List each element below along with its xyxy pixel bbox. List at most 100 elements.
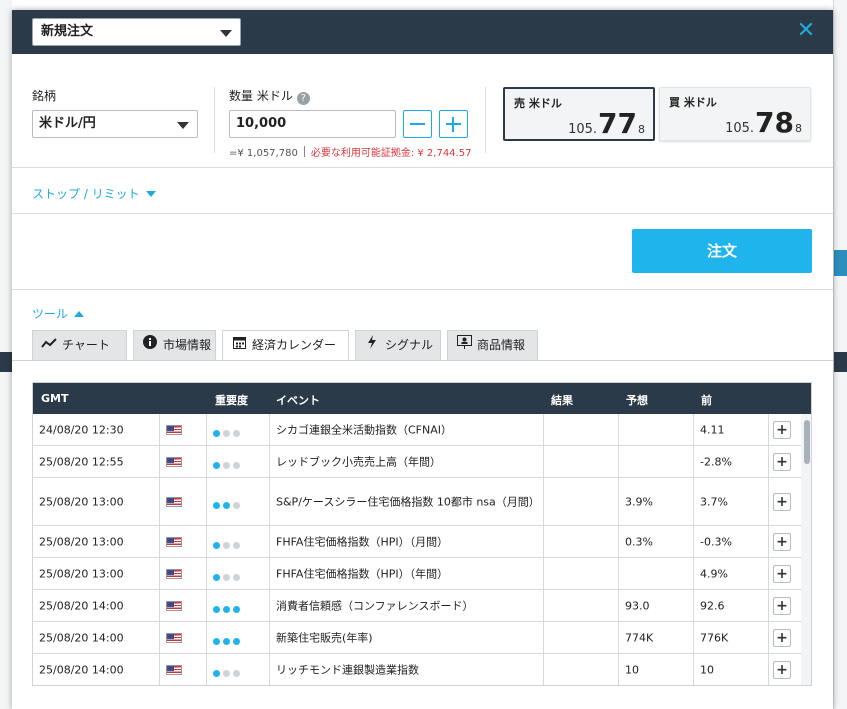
event-name: 消費者信頼感（コンファレンスボード）: [276, 599, 474, 612]
sell-price-fraction: 8: [638, 123, 645, 136]
tools-toggle[interactable]: ツール: [32, 305, 85, 322]
stop-limit-toggle[interactable]: ストップ / リミット: [32, 185, 156, 202]
importance-dot: [233, 637, 240, 645]
cell-importance: [207, 590, 270, 621]
add-event-button[interactable]: +: [773, 532, 791, 551]
add-event-button[interactable]: +: [773, 596, 791, 615]
event-forecast: 774K: [625, 631, 654, 644]
event-previous: -0.3%: [700, 535, 732, 548]
chart-line-icon: [41, 331, 57, 359]
economic-calendar-table: GMT 重要度 イベント 結果 予想 前 24/08/20 12:30 シカゴ連銀…: [32, 382, 812, 686]
quantity-label: 数量 米ドル?: [229, 87, 310, 105]
cell-time: 25/08/20 13:00: [33, 526, 160, 557]
cell-country: [160, 558, 207, 589]
buy-label: 買 米ドル: [669, 96, 717, 109]
cell-importance: [207, 622, 270, 653]
cell-previous: 92.6: [694, 590, 769, 621]
add-event-button[interactable]: +: [773, 660, 791, 679]
tab-chart[interactable]: チャート: [32, 330, 127, 360]
importance-dot: [223, 637, 230, 645]
importance-dots: [213, 603, 243, 616]
plus-icon-vertical: [452, 117, 454, 132]
background-app-left: [0, 0, 12, 709]
event-name: FHFA住宅価格指数（HPI）（月間）: [276, 535, 449, 548]
chevron-down-icon: [220, 30, 232, 37]
order-type-select[interactable]: 新規注文: [32, 18, 241, 46]
cell-country: [160, 526, 207, 557]
table-row: 25/08/20 14:00 消費者信頼感（コンファレンスボード） 93.0 92.6…: [33, 590, 801, 622]
tab-economic-calendar[interactable]: 経済カレンダー: [222, 330, 349, 361]
cell-previous: 3.7%: [694, 478, 769, 525]
currency-pair-select[interactable]: 米ドル/円: [32, 110, 198, 138]
quantity-decrease-button[interactable]: [403, 110, 432, 138]
sell-price-pips: 77: [598, 107, 637, 140]
cell-event: シカゴ連銀全米活動指数（CFNAI）: [270, 414, 544, 445]
tab-signal[interactable]: シグナル: [355, 330, 441, 360]
buy-price-button[interactable]: 買 米ドル 105.788: [659, 87, 811, 141]
event-name: リッチモンド連銀製造業指数: [276, 663, 419, 676]
importance-dot: [233, 429, 240, 437]
scrollbar[interactable]: [801, 414, 811, 685]
caret-up-icon: [74, 311, 85, 317]
cell-country: [160, 654, 207, 685]
importance-dot: [223, 669, 230, 677]
order-type-value: 新規注文: [41, 24, 94, 39]
background-table-header: [834, 352, 847, 372]
help-icon[interactable]: ?: [296, 92, 310, 105]
close-button[interactable]: ✕: [795, 20, 817, 42]
importance-dot: [223, 461, 230, 469]
importance-dot: [223, 541, 230, 549]
event-time: 25/08/20 14:00: [39, 663, 124, 676]
event-time: 25/08/20 13:00: [39, 495, 124, 508]
cell-event: 新築住宅販売(年率): [270, 622, 544, 653]
sell-price-button[interactable]: 売 米ドル 105.778: [503, 87, 655, 141]
add-event-button[interactable]: +: [773, 628, 791, 647]
importance-dot: [213, 669, 220, 677]
add-event-button[interactable]: +: [773, 420, 791, 439]
cell-forecast: 774K: [619, 622, 694, 653]
importance-dot: [213, 501, 220, 509]
col-result: 結果: [551, 394, 573, 407]
tab-market-info[interactable]: 市場情報: [133, 330, 216, 360]
cell-importance: [207, 414, 270, 445]
cell-forecast: [619, 414, 694, 445]
quantity-increase-button[interactable]: [439, 110, 468, 138]
importance-dot: [223, 501, 230, 509]
event-time: 25/08/20 13:00: [39, 567, 124, 580]
scrollbar-thumb[interactable]: [804, 420, 810, 464]
table-row: 25/08/20 14:00 新築住宅販売(年率) 774K 776K +: [33, 622, 801, 654]
event-time: 25/08/20 14:00: [39, 599, 124, 612]
event-forecast: 0.3%: [625, 535, 653, 548]
cell-event: 消費者信頼感（コンファレンスボード）: [270, 590, 544, 621]
dialog-header: 新規注文 ✕: [12, 10, 833, 54]
cell-time: 25/08/20 13:00: [33, 478, 160, 525]
cell-importance: [207, 446, 270, 477]
add-event-button[interactable]: +: [773, 492, 791, 511]
event-name: S&P/ケースシラー住宅価格指数 10都市 nsa（月間）: [276, 495, 540, 508]
event-previous: -2.8%: [700, 455, 732, 468]
pair-label: 銘柄: [32, 89, 57, 103]
event-previous: 776K: [700, 631, 729, 644]
cell-result: [544, 478, 619, 525]
us-flag-icon: [166, 632, 182, 643]
add-event-button[interactable]: +: [773, 564, 791, 583]
place-order-button[interactable]: 注文: [632, 229, 812, 273]
importance-dot: [233, 573, 240, 581]
importance-dot: [233, 501, 240, 509]
required-margin: 必要な利用可能証拠金: ¥ 2,744.57: [310, 148, 472, 159]
cell-forecast: 0.3%: [619, 526, 694, 557]
event-name: シカゴ連銀全米活動指数（CFNAI）: [276, 423, 453, 436]
table-row: 25/08/20 13:00 FHFA住宅価格指数（HPI）（年間） 4.9% +: [33, 558, 801, 590]
tab-product-info[interactable]: 商品情報: [447, 330, 538, 360]
add-event-button[interactable]: +: [773, 452, 791, 471]
cell-previous: 4.9%: [694, 558, 769, 589]
event-time: 25/08/20 13:00: [39, 535, 124, 548]
cell-result: [544, 526, 619, 557]
event-forecast: 10: [625, 663, 639, 676]
event-previous: 3.7%: [700, 495, 728, 508]
us-flag-icon: [166, 600, 182, 611]
cell-country: [160, 414, 207, 445]
cell-importance: [207, 654, 270, 685]
event-time: 25/08/20 14:00: [39, 631, 124, 644]
quantity-input[interactable]: 10,000: [229, 110, 396, 138]
